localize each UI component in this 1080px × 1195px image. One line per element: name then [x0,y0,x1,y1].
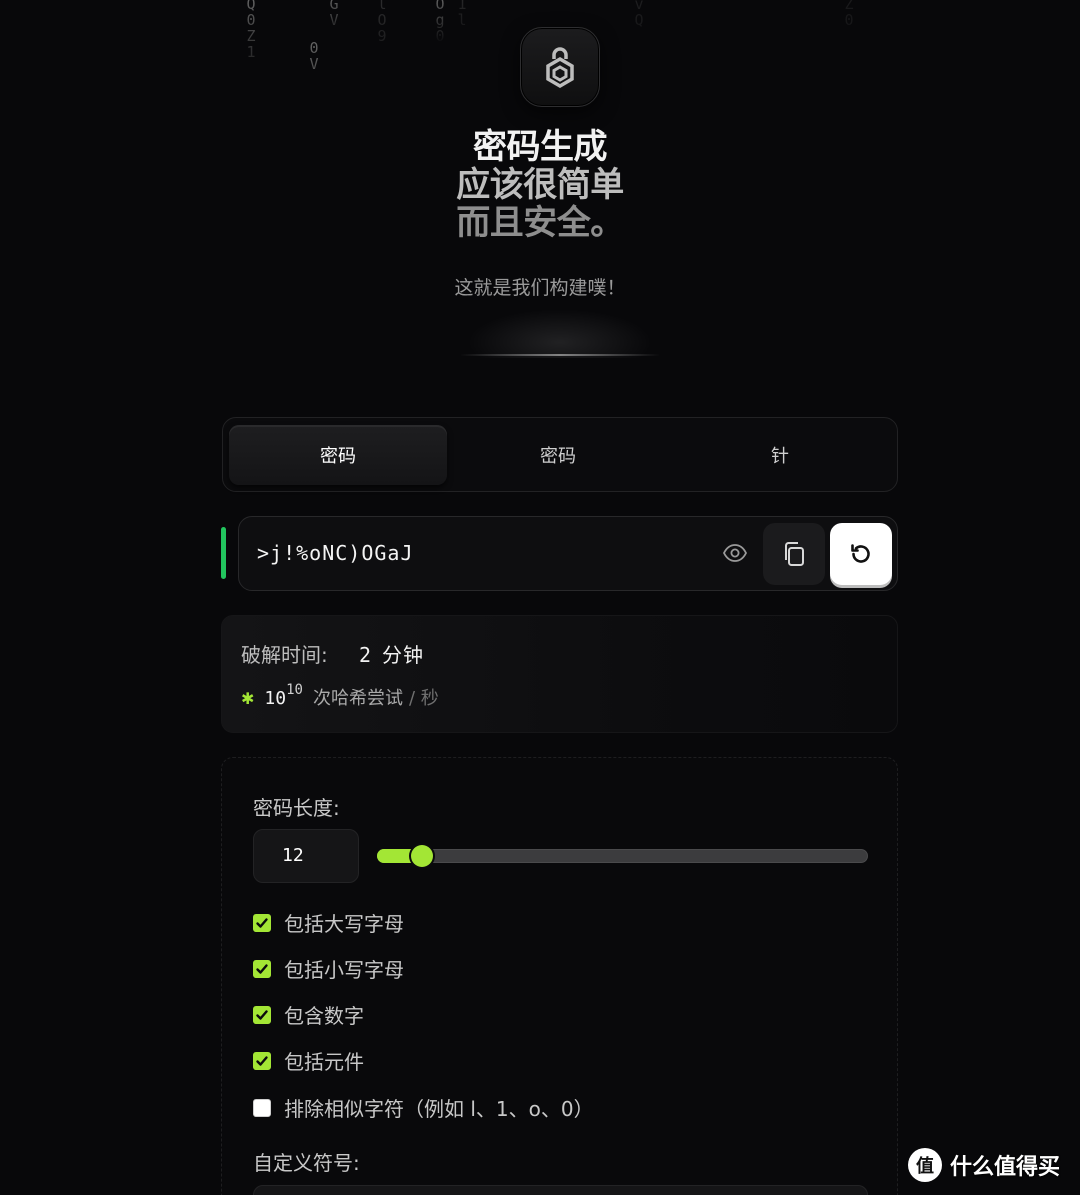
watermark-logo: 值 [908,1148,942,1182]
length-slider[interactable] [377,845,868,867]
slider-thumb[interactable] [410,845,433,867]
option-lowercase[interactable]: 包括小写字母 [253,954,404,983]
app-logo [520,27,600,107]
option-label: 包括大写字母 [284,912,404,936]
regenerate-button[interactable] [830,523,892,585]
password-value[interactable]: >j!%oNC)OGaJ [257,541,414,565]
hash-rate-base: 10 [264,688,287,709]
mode-tabs: 密码 密码 针 [222,417,898,492]
crack-time-value: 2 分钟 [359,639,424,668]
tab-pin[interactable]: 针 [669,425,891,485]
tab-password[interactable]: 密码 [229,424,447,485]
rain-column: Og0v [435,0,445,61]
password-output: >j!%oNC)OGaJ [238,516,898,591]
hero-subtitle: 这就是我们构建噗！ [454,277,626,299]
rain-column: Q0Z1 [246,0,256,61]
option-uppercase[interactable]: 包括大写字母 [253,908,404,937]
hash-rate: ✱ 10 10 次哈希尝试 / 秒 [241,682,439,710]
hexagon-lock-icon [546,47,574,88]
custom-symbols-input[interactable] [253,1185,868,1195]
hero-glow [460,306,660,358]
rain-column: Z0 [844,0,854,29]
hero-line-3: 而且安全。 [456,203,624,243]
asterisk-icon: ✱ [241,689,255,708]
hero-headline: 密码生成 应该很简单 而且安全。 [0,128,1080,242]
length-label: 密码长度: [253,796,340,820]
site-watermark: 值 什么值得买 [908,1148,1060,1182]
hero-line-1: 密码生成 [473,127,608,167]
checkbox[interactable] [253,1005,271,1024]
hash-rate-unit: 次哈希尝试 [312,688,403,709]
checkbox[interactable] [253,1051,271,1070]
option-exclude-similar[interactable]: 排除相似字符（例如 l、1、o、0） [253,1093,594,1122]
hash-rate-per: / 秒 [408,688,439,709]
crack-time-number: 2 [359,643,373,667]
custom-symbols-label: 自定义符号: [253,1151,360,1175]
option-label: 包括元件 [284,1050,364,1074]
copy-button[interactable] [763,523,825,585]
crack-time-panel: 破解时间: 2 分钟 ✱ 10 10 次哈希尝试 / 秒 [221,615,898,733]
option-symbols[interactable]: 包括元件 [253,1046,364,1075]
rain-column: lO9 [377,0,387,45]
crack-time-unit: 分钟 [382,643,425,667]
strength-indicator [221,527,226,579]
checkbox[interactable] [253,913,271,932]
crack-time-label: 破解时间: [241,643,328,667]
option-numbers[interactable]: 包含数字 [253,1000,364,1029]
hash-rate-exponent: 10 [286,682,303,698]
length-input[interactable]: 12 [253,829,359,883]
refresh-icon [851,544,870,563]
slider-track [377,849,868,863]
eye-icon[interactable] [721,541,749,565]
checkbox[interactable] [253,959,271,978]
rain-column: GV [329,0,339,29]
rain-column: 1l [457,0,467,29]
rain-column: vQ [634,0,644,29]
copy-icon [785,542,804,566]
watermark-text: 什么值得买 [950,1155,1061,1180]
checkbox[interactable] [253,1098,271,1117]
option-label: 排除相似字符（例如 l、1、o、0） [284,1097,594,1121]
option-label: 包括小写字母 [284,958,404,982]
settings-panel: 密码长度: 12 包括大写字母 包括小写字母 包含数字 包括元件 排除相似字符（… [221,757,898,1195]
tab-passphrase[interactable]: 密码 [447,425,669,485]
hero-line-2: 应该很简单 [456,165,624,205]
hero-divider [460,354,660,356]
option-label: 包含数字 [284,1004,364,1028]
